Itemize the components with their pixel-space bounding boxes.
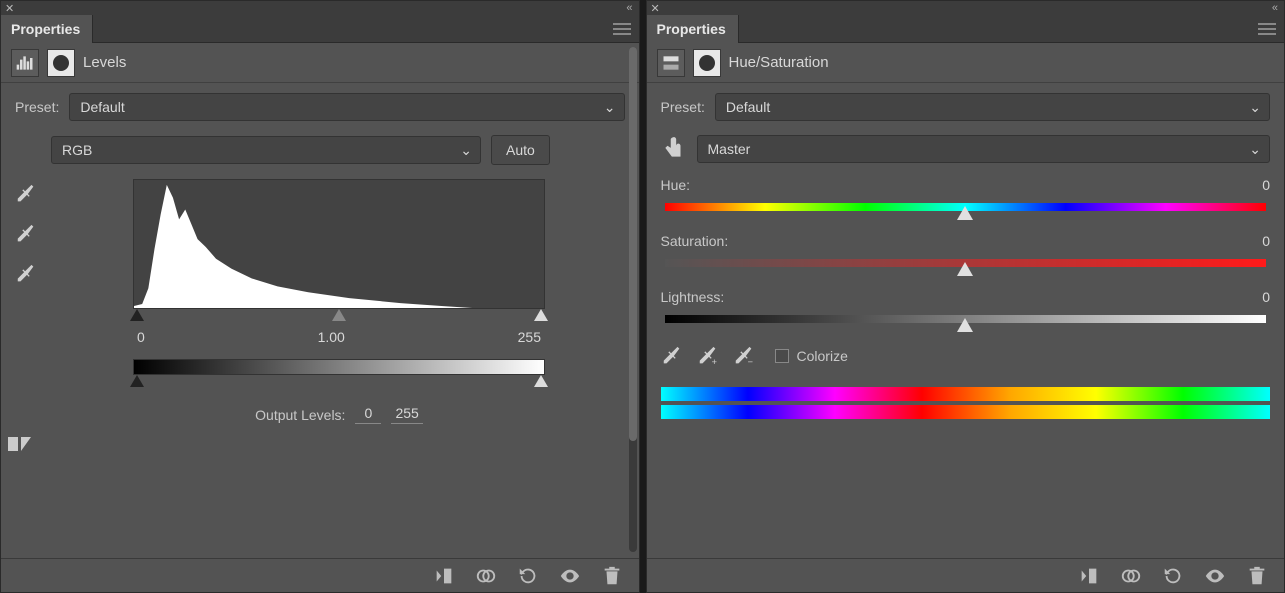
lightness-slider-handle[interactable] [957, 318, 973, 332]
eyedropper-icon[interactable] [661, 345, 683, 367]
adjustment-title: Hue/Saturation [729, 54, 829, 71]
levels-properties-panel: ✕ « Properties Levels Preset: Default ⌄ … [0, 0, 640, 593]
eyedropper-column [15, 179, 37, 424]
visibility-eye-icon[interactable] [1204, 565, 1226, 587]
output-gradient [133, 359, 545, 375]
svg-text:+: + [711, 357, 716, 367]
view-previous-icon[interactable] [475, 565, 497, 587]
preset-dropdown[interactable]: Default ⌄ [69, 93, 624, 121]
colorize-label: Colorize [797, 348, 848, 364]
huesat-icon [657, 49, 685, 77]
chevron-down-icon: ⌄ [1249, 141, 1261, 158]
white-input-slider[interactable] [534, 309, 548, 321]
saturation-label: Saturation: [661, 233, 729, 249]
black-input-slider[interactable] [130, 309, 144, 321]
colorize-checkbox[interactable] [775, 349, 789, 363]
panel-menu-icon[interactable] [1258, 23, 1276, 35]
targeted-adjustment-icon[interactable] [661, 136, 687, 162]
adjustment-title: Levels [83, 54, 126, 71]
levels-body: Preset: Default ⌄ RGB ⌄ Auto [1, 83, 639, 558]
auto-button[interactable]: Auto [491, 135, 550, 165]
clip-to-layer-icon[interactable] [433, 565, 455, 587]
panel-titlebar: ✕ « [1, 1, 639, 15]
input-black-value[interactable]: 0 [137, 329, 145, 345]
range-dropdown[interactable]: Master ⌄ [697, 135, 1271, 163]
adjustment-header: Levels [1, 43, 639, 83]
panel-titlebar: ✕ « [647, 1, 1285, 15]
lightness-value[interactable]: 0 [1230, 289, 1270, 305]
layer-mask-icon[interactable] [693, 49, 721, 77]
eyedropper-plus-icon[interactable]: + [697, 345, 719, 367]
hue-value[interactable]: 0 [1230, 177, 1270, 193]
collapse-arrows-icon[interactable]: « [626, 2, 632, 14]
white-point-eyedropper-icon[interactable] [15, 263, 37, 285]
output-slider-track [133, 375, 545, 389]
lightness-label: Lightness: [661, 289, 725, 305]
tab-bar: Properties [1, 15, 639, 43]
input-slider-track [133, 309, 545, 323]
reset-icon[interactable] [517, 565, 539, 587]
saturation-slider-track[interactable] [665, 259, 1267, 267]
channel-dropdown[interactable]: RGB ⌄ [51, 136, 481, 164]
gamma-input-slider[interactable] [332, 309, 346, 321]
collapse-arrows-icon[interactable]: « [1272, 2, 1278, 14]
preset-label: Preset: [661, 99, 705, 115]
clip-warning-icon[interactable] [7, 433, 33, 453]
tab-bar: Properties [647, 15, 1285, 43]
panel-footer [647, 558, 1285, 592]
output-black-value[interactable]: 0 [355, 405, 381, 424]
chevron-down-icon: ⌄ [460, 142, 472, 159]
channel-value: RGB [62, 142, 92, 158]
close-icon[interactable]: ✕ [651, 2, 660, 15]
clip-to-layer-icon[interactable] [1078, 565, 1100, 587]
preset-dropdown[interactable]: Default ⌄ [715, 93, 1270, 121]
chevron-down-icon: ⌄ [604, 99, 616, 116]
svg-text:−: − [747, 357, 752, 367]
gray-point-eyedropper-icon[interactable] [15, 223, 37, 245]
trash-icon[interactable] [601, 565, 623, 587]
lightness-slider-track[interactable] [665, 315, 1267, 323]
tab-properties[interactable]: Properties [1, 15, 93, 43]
hue-label: Hue: [661, 177, 691, 193]
trash-icon[interactable] [1246, 565, 1268, 587]
hs-eyedropper-row: + − [661, 345, 755, 367]
hue-spectrum-top [661, 387, 1271, 401]
huesat-body: Preset: Default ⌄ Master ⌄ Hue: 0 Satura… [647, 83, 1285, 558]
input-values-row: 0 1.00 255 [137, 329, 541, 345]
preset-label: Preset: [15, 99, 59, 115]
visibility-eye-icon[interactable] [559, 565, 581, 587]
input-gamma-value[interactable]: 1.00 [318, 329, 345, 345]
black-point-eyedropper-icon[interactable] [15, 183, 37, 205]
hue-spectrum-bottom [661, 405, 1271, 419]
black-output-slider[interactable] [130, 375, 144, 387]
scrollbar[interactable] [629, 47, 637, 552]
saturation-value[interactable]: 0 [1230, 233, 1270, 249]
output-label: Output Levels: [255, 407, 345, 423]
layer-mask-icon[interactable] [47, 49, 75, 77]
levels-icon [11, 49, 39, 77]
saturation-slider-handle[interactable] [957, 262, 973, 276]
preset-value: Default [80, 99, 124, 115]
panel-footer [1, 558, 639, 592]
tab-properties[interactable]: Properties [647, 15, 739, 43]
adjustment-header: Hue/Saturation [647, 43, 1285, 83]
hue-slider-track[interactable] [665, 203, 1267, 211]
huesat-properties-panel: ✕ « Properties Hue/Saturation Preset: De… [646, 0, 1285, 593]
histogram [133, 179, 545, 309]
close-icon[interactable]: ✕ [5, 2, 14, 15]
chevron-down-icon: ⌄ [1249, 99, 1261, 116]
view-previous-icon[interactable] [1120, 565, 1142, 587]
eyedropper-minus-icon[interactable]: − [733, 345, 755, 367]
preset-value: Default [726, 99, 770, 115]
white-output-slider[interactable] [534, 375, 548, 387]
hue-slider-handle[interactable] [957, 206, 973, 220]
input-white-value[interactable]: 255 [518, 329, 541, 345]
panel-menu-icon[interactable] [613, 23, 631, 35]
output-white-value[interactable]: 255 [391, 405, 422, 424]
range-value: Master [708, 141, 751, 157]
reset-icon[interactable] [1162, 565, 1184, 587]
